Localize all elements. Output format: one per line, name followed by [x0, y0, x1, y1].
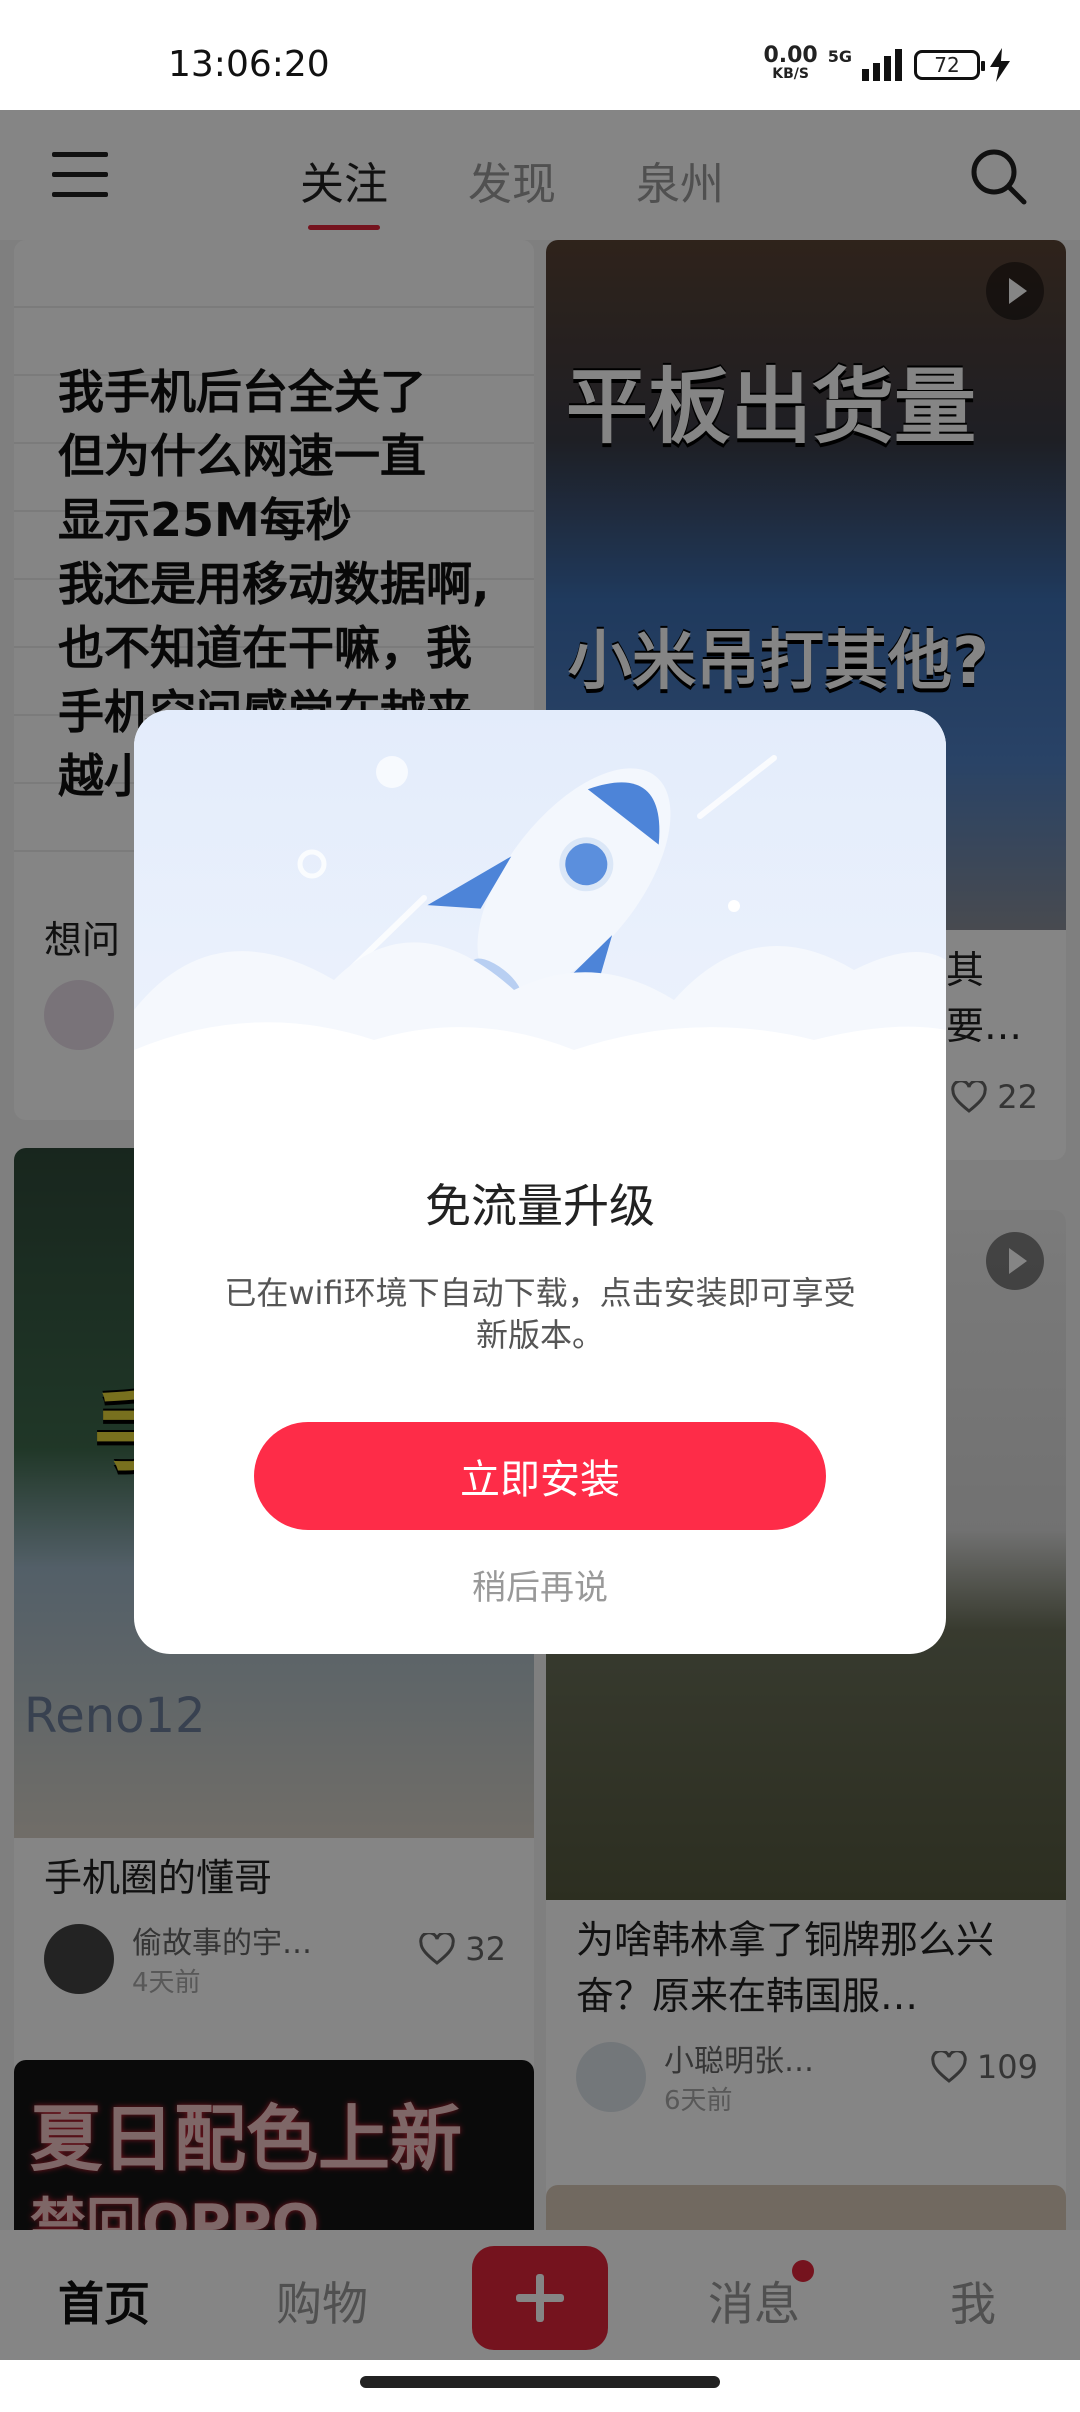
- home-indicator[interactable]: [360, 2376, 720, 2388]
- dialog-title: 免流量升级: [425, 1179, 655, 1233]
- dialog-message: 已在wifi环境下自动下载，点击安装即可享受新版本。: [224, 1274, 856, 1354]
- signal-icon: [862, 49, 902, 81]
- status-time: 13:06:20: [168, 44, 330, 85]
- network-type: 5G: [827, 46, 852, 66]
- net-speed-unit: KB/S: [772, 66, 809, 82]
- update-dialog: 免流量升级 已在wifi环境下自动下载，点击安装即可享受新版本。 立即安装 稍后…: [134, 710, 946, 1654]
- battery-icon: 72: [914, 50, 985, 80]
- install-now-button[interactable]: 立即安装: [254, 1422, 826, 1530]
- dialog-illustration: [134, 710, 946, 1130]
- rocket-illustration: [134, 755, 946, 1130]
- later-button[interactable]: 稍后再说: [134, 1560, 946, 1609]
- network-speed: 0.00 KB/S: [763, 43, 818, 83]
- status-icons: 0.00 KB/S 5G 72: [763, 40, 1010, 90]
- status-bar: 13:06:20 0.00 KB/S 5G 72: [0, 0, 1080, 110]
- net-speed-value: 0.00: [763, 43, 818, 68]
- charging-icon: [990, 48, 1010, 82]
- battery-level: 72: [934, 53, 960, 77]
